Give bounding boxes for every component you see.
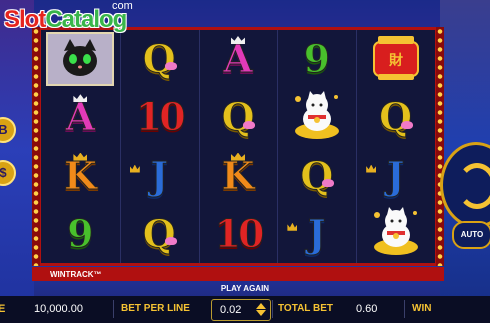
reels-frame: Q A 9 財 A 10 Q Q K J K Q J 9 Q 10 J (32, 27, 444, 266)
reel-cell: Q (356, 88, 435, 146)
card-symbol-a: A (65, 94, 96, 140)
reel-cell (277, 88, 356, 146)
fleur-icon (366, 164, 377, 173)
card-symbol-10: 10 (135, 94, 186, 140)
card-symbol-q: Q (142, 36, 176, 82)
reel-cell: 9 (277, 30, 356, 88)
reel-cell: J (120, 147, 199, 205)
balance-value: 10,000.00 (34, 303, 83, 315)
spin-arrow-icon (457, 163, 490, 209)
reel-cell: Q (199, 88, 278, 146)
lotus-icon (243, 120, 256, 129)
reel-cell: J (277, 205, 356, 263)
lotus-icon (401, 120, 413, 129)
decrease-icon[interactable] (256, 310, 266, 316)
reel-cell: Q (120, 30, 199, 88)
reel-cell: 10 (199, 205, 278, 263)
card-symbol-9: 9 (303, 36, 331, 82)
lantern-symbol: 財 (368, 32, 424, 87)
stepper-arrows[interactable] (256, 302, 266, 318)
watermark-logo: Slot Catalog com (4, 0, 133, 36)
reel-cell: 9 (41, 205, 120, 263)
divider (404, 300, 405, 318)
reel-cell: K (41, 147, 120, 205)
lotus-icon (322, 178, 335, 187)
reel-cell: 10 (120, 88, 199, 146)
card-symbol-q: Q (300, 152, 334, 198)
wintrack-label: WINTRACK™ (50, 269, 102, 279)
total-bet-label: TOTAL BET (278, 303, 333, 314)
autoplay-button[interactable]: AUTO (452, 221, 490, 249)
bet-per-line-stepper[interactable]: 0.02 (211, 299, 271, 321)
divider (113, 300, 114, 318)
card-symbol-j: J (386, 152, 405, 198)
fleur-icon (287, 222, 298, 231)
frame-lights-left (32, 27, 40, 266)
divider (272, 300, 273, 318)
bet-per-line-label: BET PER LINE (121, 303, 190, 314)
reel-cell: A (199, 30, 278, 88)
fleur-icon (129, 164, 140, 173)
card-symbol-q: Q (142, 210, 176, 256)
lucky-cat-symbol (290, 89, 344, 146)
card-symbol-a: A (223, 36, 254, 82)
card-symbol-k: K (63, 152, 97, 198)
reel-cell: 財 (356, 30, 435, 88)
logo-suffix: com (112, 0, 133, 12)
card-symbol-10: 10 (214, 210, 265, 256)
bet-per-line-value: 0.02 (220, 304, 242, 316)
card-symbol-9: 9 (67, 210, 94, 256)
card-symbol-j: J (150, 152, 169, 198)
card-symbol-j: J (307, 210, 326, 256)
reel-cell: K (199, 147, 278, 205)
play-again-label[interactable]: PLAY AGAIN (0, 284, 490, 293)
reel-cell (356, 205, 435, 263)
bottom-bar: E 10,000.00 BET PER LINE 0.02 TOTAL BET … (0, 296, 490, 323)
balance-label: E (0, 303, 6, 315)
total-bet-value: 0.60 (356, 303, 378, 315)
reel-cell: A (41, 88, 120, 146)
wild-cat-symbol (46, 32, 115, 87)
reel-grid: Q A 9 財 A 10 Q Q K J K Q J 9 Q 10 J (41, 30, 435, 263)
lotus-icon (164, 62, 177, 71)
increase-icon[interactable] (256, 303, 266, 309)
reel-cell: J (356, 147, 435, 205)
wintrack-bar: WINTRACK™ (32, 267, 444, 281)
card-symbol-q: Q (379, 94, 413, 140)
logo-part-slot: Slot (4, 6, 46, 33)
lotus-icon (164, 237, 177, 245)
lucky-cat-symbol (369, 205, 423, 262)
svg-text:財: 財 (388, 52, 403, 69)
frame-lights-right (436, 27, 444, 266)
reel-cell (41, 30, 120, 88)
reel-cell: Q (277, 147, 356, 205)
card-symbol-k: K (221, 152, 255, 198)
left-backdrop (0, 0, 34, 300)
reel-cell: Q (120, 205, 199, 263)
card-symbol-q: Q (221, 94, 255, 140)
win-label: WIN (412, 303, 432, 314)
